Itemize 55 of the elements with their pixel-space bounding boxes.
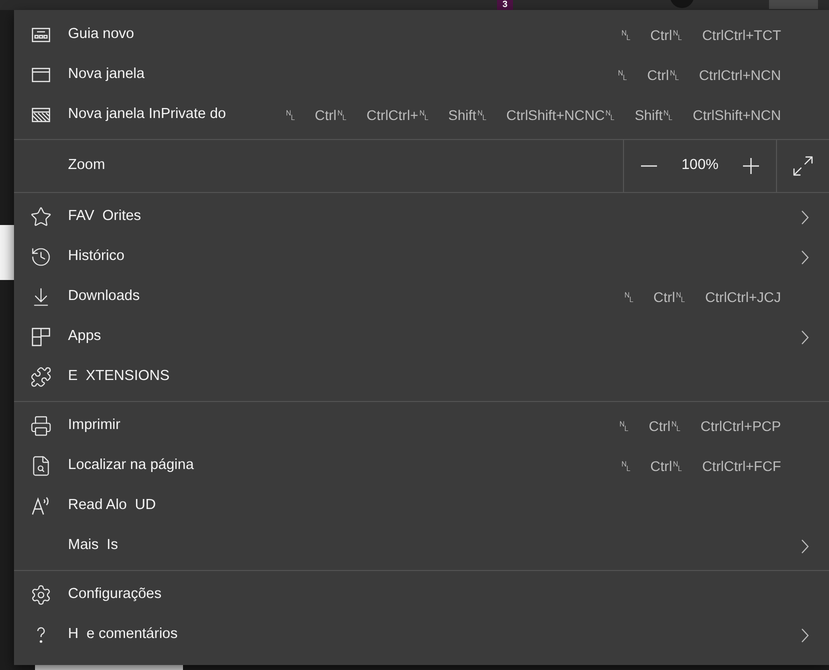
menu-item[interactable]: Imprimir ␤ Ctrl␤ CtrlCtrl+PCP: [14, 406, 829, 446]
shortcut-text: Ctrl␤: [653, 288, 686, 306]
private-window-icon: [31, 105, 51, 125]
shortcut-text: Shift␤: [634, 106, 674, 124]
menu-item[interactable]: Apps: [14, 317, 829, 357]
menu-item[interactable]: Mais Is: [14, 526, 829, 566]
printer-icon: [30, 415, 52, 437]
read-aloud-icon: [31, 496, 51, 516]
shortcut-text: CtrlCtrl+TCT: [702, 26, 781, 44]
menu-item[interactable]: FAV Orites: [14, 197, 829, 237]
menu-item[interactable]: Localizar na página ␤ Ctrl␤ CtrlCtrl+FCF: [14, 446, 829, 486]
star-icon: [30, 206, 52, 228]
page-panel: [0, 225, 14, 280]
shortcut-text: ␤: [284, 106, 296, 124]
menu-item[interactable]: Nova janela InPrivate do ␤ Ctrl␤ CtrlCtrl+␤ Shift␤ CtrlShift+NCNC␤ Shift␤ CtrlShift+NCN: [14, 95, 829, 135]
minus-icon: [641, 165, 657, 167]
apps-icon: [31, 327, 51, 347]
zoom-label: Zoom: [68, 156, 106, 176]
shortcut-text: Ctrl␤: [650, 456, 684, 476]
shortcut-text: ␤: [623, 288, 634, 306]
plus-icon: [743, 158, 759, 174]
shortcut-text: ␤: [620, 456, 632, 476]
menu-item[interactable]: Configurações: [14, 575, 829, 615]
menu-item[interactable]: Downloads ␤ Ctrl␤ CtrlCtrl+JCJ: [14, 277, 829, 317]
shortcut-text: ␤: [617, 66, 628, 84]
puzzle-icon: [30, 366, 52, 388]
shortcut-text: Ctrl␤: [648, 416, 682, 436]
shortcut-text: Ctrl␤: [314, 106, 348, 124]
notification-badge: 3: [497, 0, 513, 10]
shortcut-text: CtrlCtrl+PCP: [700, 416, 781, 436]
shortcut-text: CtrlCtrl+NCN: [698, 66, 781, 84]
history-icon: [30, 246, 52, 268]
new-tab-icon: [31, 25, 51, 45]
window-icon: [31, 65, 51, 85]
menu-item[interactable]: Guia novo ␤ Ctrl␤ CtrlCtrl+TCT: [14, 15, 829, 55]
shortcut-text: ␤: [620, 26, 632, 44]
shortcut-text: CtrlShift+NCNC␤: [506, 106, 616, 124]
menu-item[interactable]: Nova janela ␤ Ctrl␤ CtrlCtrl+NCN: [14, 55, 829, 95]
shortcut-text: CtrlCtrl+JCJ: [705, 288, 781, 306]
find-in-page-icon: [30, 455, 52, 477]
zoom-level: 100%: [680, 156, 720, 176]
shortcut-text: CtrlCtrl+␤: [366, 106, 430, 124]
fullscreen-icon: [791, 154, 815, 178]
more-button[interactable]: [769, 0, 818, 9]
menu-item[interactable]: Histórico: [14, 237, 829, 277]
shortcut-text: CtrlShift+NCN: [692, 106, 781, 124]
settings-icon: [30, 584, 52, 606]
menu-item[interactable]: Read Alo UD: [14, 486, 829, 526]
shortcut-text: Ctrl␤: [650, 26, 684, 44]
shortcut-text: ␤: [618, 416, 630, 436]
shortcut-text: Shift␤: [448, 106, 488, 124]
shortcut-text: CtrlCtrl+FCF: [702, 456, 781, 476]
menu-item[interactable]: E XTENSIONS: [14, 357, 829, 397]
shortcut-text: Ctrl␤: [647, 66, 680, 84]
menu-item[interactable]: H e comentários: [14, 615, 829, 655]
